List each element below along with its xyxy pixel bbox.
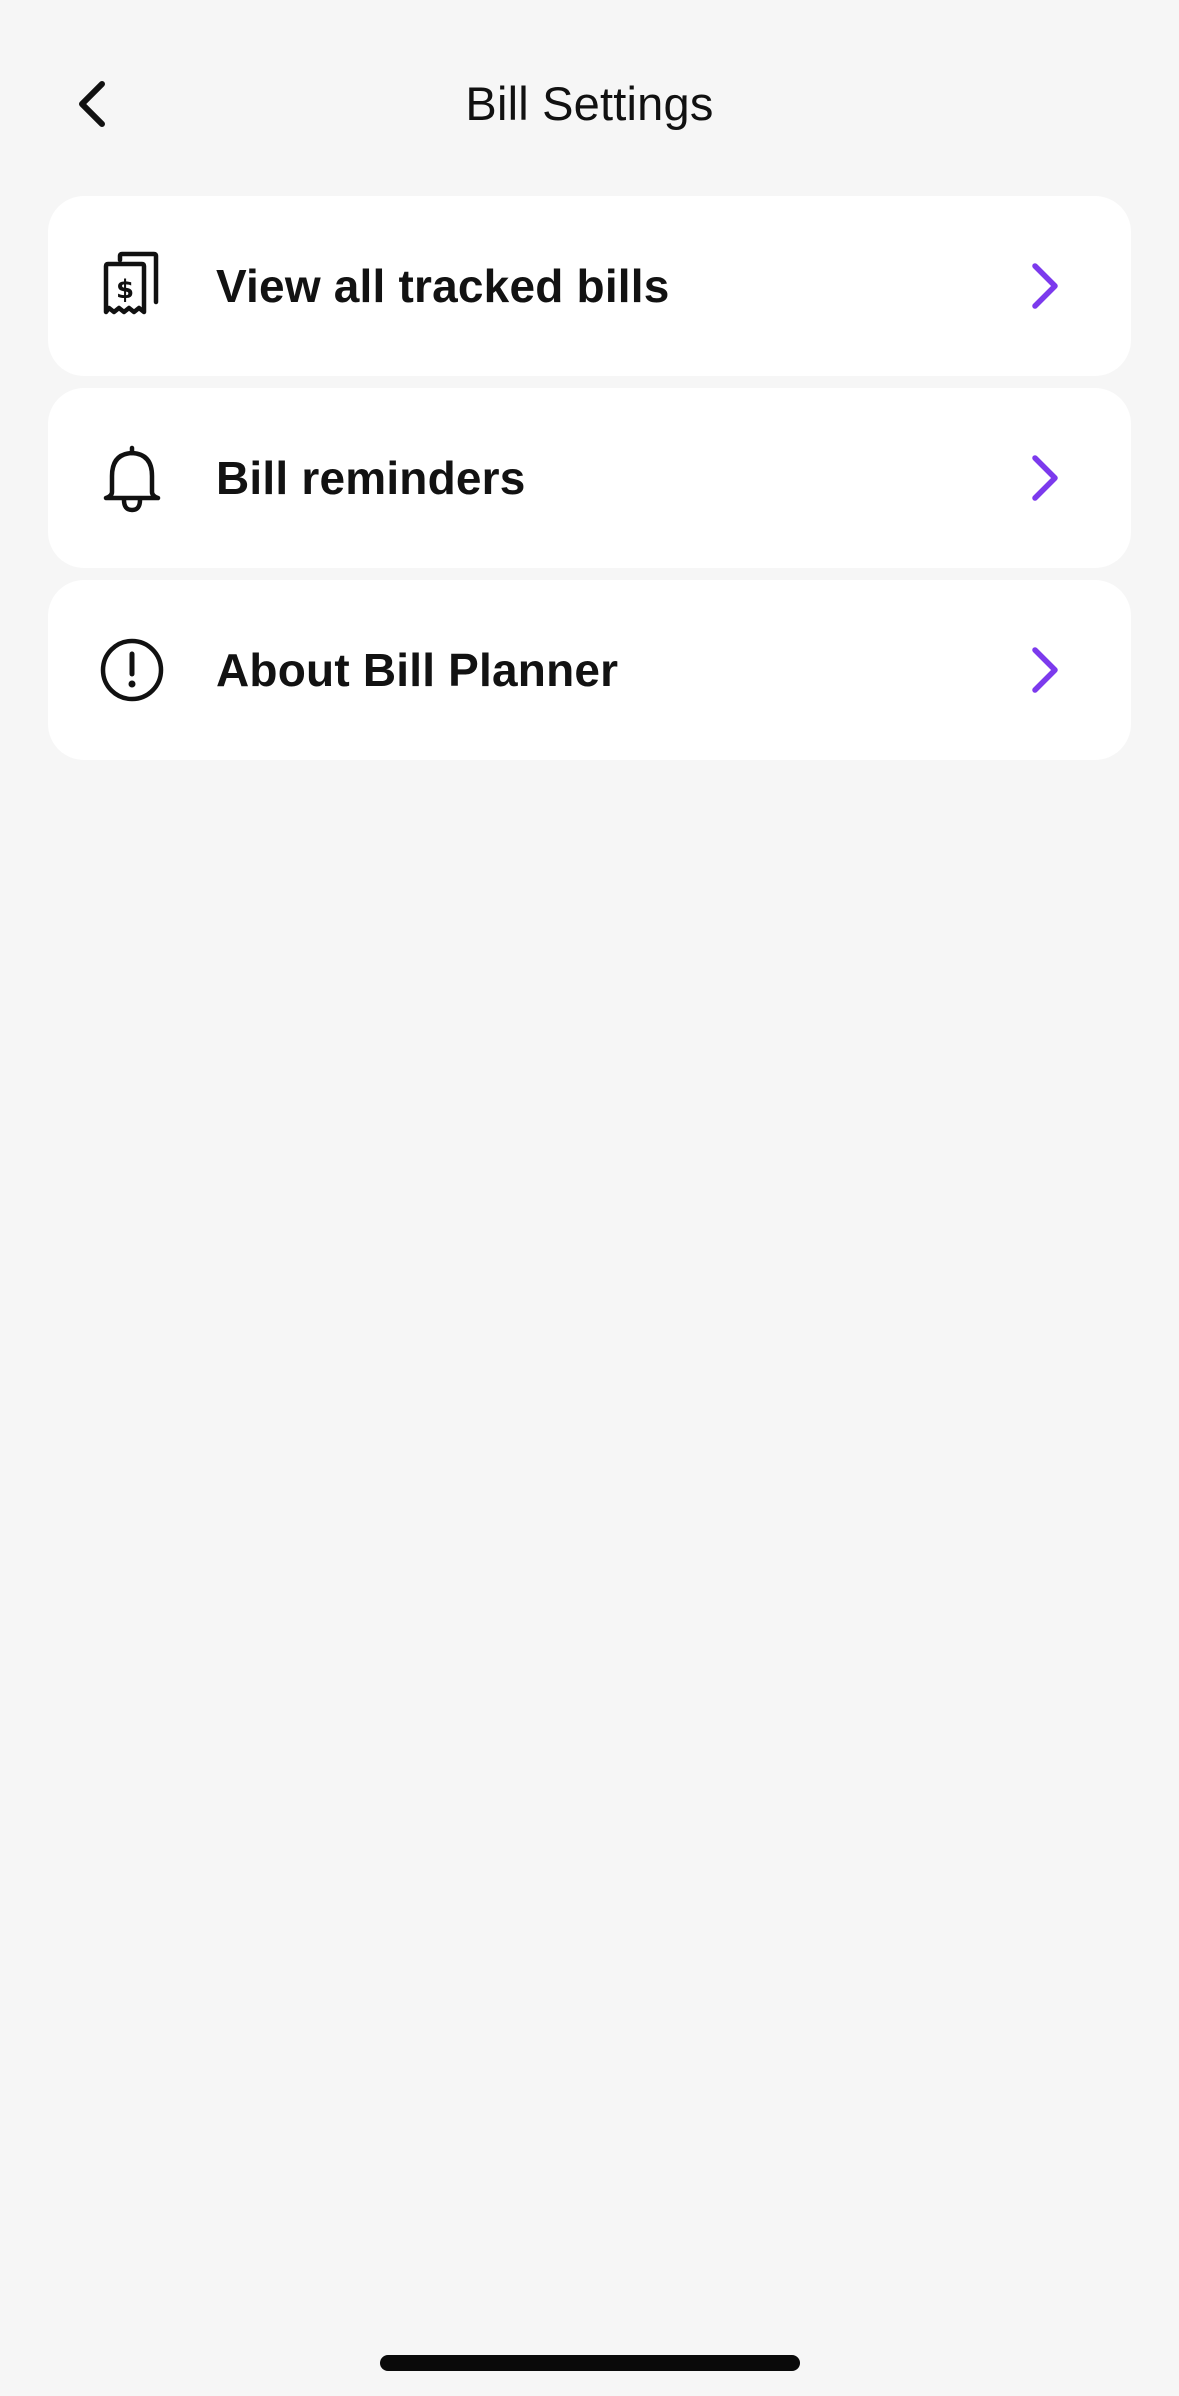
menu-item-view-all-tracked-bills[interactable]: $ View all tracked bills <box>48 196 1131 376</box>
page-title: Bill Settings <box>465 77 714 130</box>
info-circle-icon <box>96 634 168 706</box>
svg-text:$: $ <box>116 275 134 305</box>
home-indicator[interactable] <box>380 2355 800 2371</box>
chevron-right-icon <box>1019 260 1071 312</box>
receipt-dollar-icon: $ <box>96 250 168 322</box>
menu-item-label: View all tracked bills <box>216 260 670 312</box>
menu-item-about-bill-planner[interactable]: About Bill Planner <box>48 580 1131 760</box>
menu-item-bill-reminders[interactable]: Bill reminders <box>48 388 1131 568</box>
chevron-right-icon <box>1019 452 1071 504</box>
chevron-right-icon <box>1019 644 1071 696</box>
menu-item-label: About Bill Planner <box>216 644 619 696</box>
settings-menu: $ View all tracked bills Bill reminders <box>48 196 1131 772</box>
bell-icon <box>96 442 168 514</box>
top-bar: Bill Settings <box>0 0 1179 196</box>
menu-item-label: Bill reminders <box>216 452 526 504</box>
